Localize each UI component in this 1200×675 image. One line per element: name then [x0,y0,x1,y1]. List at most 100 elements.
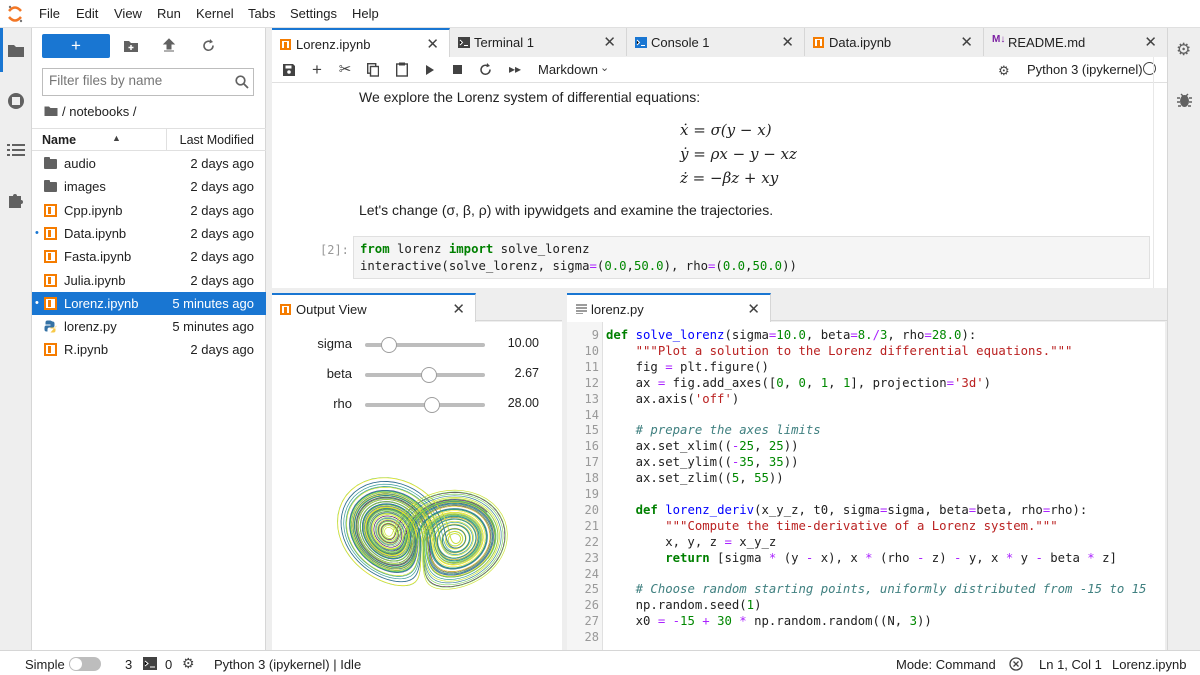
new-folder-icon[interactable] [123,39,139,53]
close-icon[interactable]: ✕ [452,300,465,318]
stop-circle-icon[interactable] [6,91,26,111]
code-line: def solve_lorenz(sigma=10.0, beta=8./3, … [606,328,977,342]
cursor-position[interactable]: Ln 1, Col 1 [1039,657,1102,672]
menu-view[interactable]: View [114,6,142,21]
terminal-count[interactable]: 3 [125,657,132,672]
line-number: 10 [584,343,599,358]
line-number: 22 [584,534,599,549]
slider-value: 28.00 [507,396,539,410]
breadcrumb-folder-icon[interactable] [44,105,58,117]
code-cell-input[interactable]: from lorenz import solve_lorenz interact… [353,236,1150,279]
tab-terminal-1[interactable]: Terminal 1 ✕ [450,28,627,56]
add-cell-icon[interactable]: + [308,60,326,80]
notebook-icon [44,250,57,264]
notebook-icon [44,203,57,217]
paste-icon[interactable] [396,62,408,77]
markdown-icon: M↓ [992,34,1006,45]
close-circle-icon[interactable] [1009,657,1023,671]
stop-icon[interactable] [453,65,462,74]
close-icon[interactable]: ✕ [960,33,973,51]
bug-icon[interactable] [1177,92,1192,108]
file-name: R.ipynb [64,342,109,358]
modified-column-header[interactable]: Last Modified [180,133,254,147]
filter-input[interactable] [49,73,229,88]
line-number: 11 [584,359,599,374]
file-name: Cpp.ipynb [64,202,123,218]
menu-help[interactable]: Help [352,6,379,21]
breadcrumb[interactable]: / notebooks / [62,104,136,119]
menu-settings[interactable]: Settings [290,6,337,21]
file-row[interactable]: R.ipynb 2 days ago [32,338,266,361]
menu-tabs[interactable]: Tabs [248,6,275,21]
upload-icon[interactable] [162,38,176,53]
close-icon[interactable]: ✕ [747,300,760,318]
tab-data-ipynb[interactable]: Data.ipynb ✕ [805,28,984,56]
restart-icon[interactable] [479,63,492,76]
running-dot-icon: • [35,296,39,309]
simple-mode-toggle[interactable] [69,657,101,671]
kernel-count[interactable]: 0 [165,657,172,672]
file-row[interactable]: • Lorenz.ipynb 5 minutes ago [32,291,266,315]
file-name: audio [64,156,96,171]
file-name: Julia.ipynb [64,272,126,288]
file-row[interactable]: Julia.ipynb 2 days ago [32,269,266,292]
line-number: 15 [584,423,599,438]
slider-handle[interactable] [381,337,397,353]
output-view-panel: sigma 10.00 beta 2.67 rho 28.00 [272,322,562,650]
menu-file[interactable]: File [39,6,60,21]
equation-z: ż = −βz + xy [680,169,779,187]
new-launcher-button[interactable]: + [42,34,110,58]
slider-group: sigma 10.00 beta 2.67 rho 28.00 [272,322,562,422]
tab-lorenz-ipynb[interactable]: Lorenz.ipynb ✕ [272,28,450,57]
tab-readme-md[interactable]: M↓ README.md ✕ [984,28,1167,56]
kernel-name[interactable]: Python 3 (ipykernel) [1027,62,1143,77]
file-row[interactable]: images 2 days ago [32,175,266,198]
tab-label: README.md [1008,35,1086,50]
menu-run[interactable]: Run [157,6,181,21]
close-icon[interactable]: ✕ [781,33,794,51]
tab-label: Terminal 1 [474,35,534,50]
folder-icon[interactable] [7,42,25,58]
close-icon[interactable]: ✕ [426,35,439,53]
tab-console-1[interactable]: Console 1 ✕ [627,28,805,56]
close-icon[interactable]: ✕ [1144,33,1157,51]
cell-type-select[interactable]: Markdown [538,62,598,77]
chevron-down-icon[interactable]: ⌄ [600,61,609,74]
copy-icon[interactable] [367,63,379,77]
save-icon[interactable] [283,64,295,76]
code-line: ax.axis('off') [606,391,740,406]
tab-output-view[interactable]: Output View ✕ [272,293,476,322]
tab-label: lorenz.py [591,302,644,317]
file-row[interactable]: Cpp.ipynb 2 days ago [32,199,266,222]
name-column-header[interactable]: Name [42,133,76,147]
menu-kernel[interactable]: Kernel [196,6,234,21]
run-icon[interactable] [426,65,435,75]
slider-handle[interactable] [424,397,441,413]
top-tab-bar: Lorenz.ipynb ✕ Terminal 1 ✕ Console 1 ✕ … [272,28,1167,57]
puzzle-icon[interactable] [7,191,25,209]
cut-icon[interactable]: ✂ [336,60,354,78]
file-row[interactable]: lorenz.py 5 minutes ago [32,315,266,338]
close-icon[interactable]: ✕ [603,33,616,51]
file-row[interactable]: Fasta.ipynb 2 days ago [32,245,266,268]
kernel-status-icon: ⚙ [998,63,1010,78]
slider-value: 2.67 [514,366,539,380]
file-row[interactable]: • Data.ipynb 2 days ago [32,222,266,245]
gears-icon[interactable]: ⚙ [1176,40,1191,60]
menu-edit[interactable]: Edit [76,6,98,21]
line-number: 26 [584,598,599,613]
notebook-icon [813,37,824,48]
fast-forward-icon[interactable]: ▸▸ [506,62,524,76]
notebook-icon [280,39,291,50]
code-editor[interactable]: 9 10 11 12 13 14 15 16 17 18 19 20 21 22 23 24 25 26 27 28 … [567,322,1165,650]
tab-lorenz-py[interactable]: lorenz.py ✕ [567,293,771,322]
file-row[interactable]: audio 2 days ago [32,152,266,175]
slider-handle[interactable] [420,367,437,383]
refresh-icon[interactable] [201,38,216,53]
kernel-status-text[interactable]: Python 3 (ipykernel) | Idle [214,657,361,672]
jupyter-logo[interactable] [6,4,24,24]
list-icon[interactable] [7,143,25,157]
scrollbar-track[interactable] [1153,57,1154,288]
notebook-mode[interactable]: Mode: Command [896,657,996,672]
file-name: Fasta.ipynb [64,249,132,265]
